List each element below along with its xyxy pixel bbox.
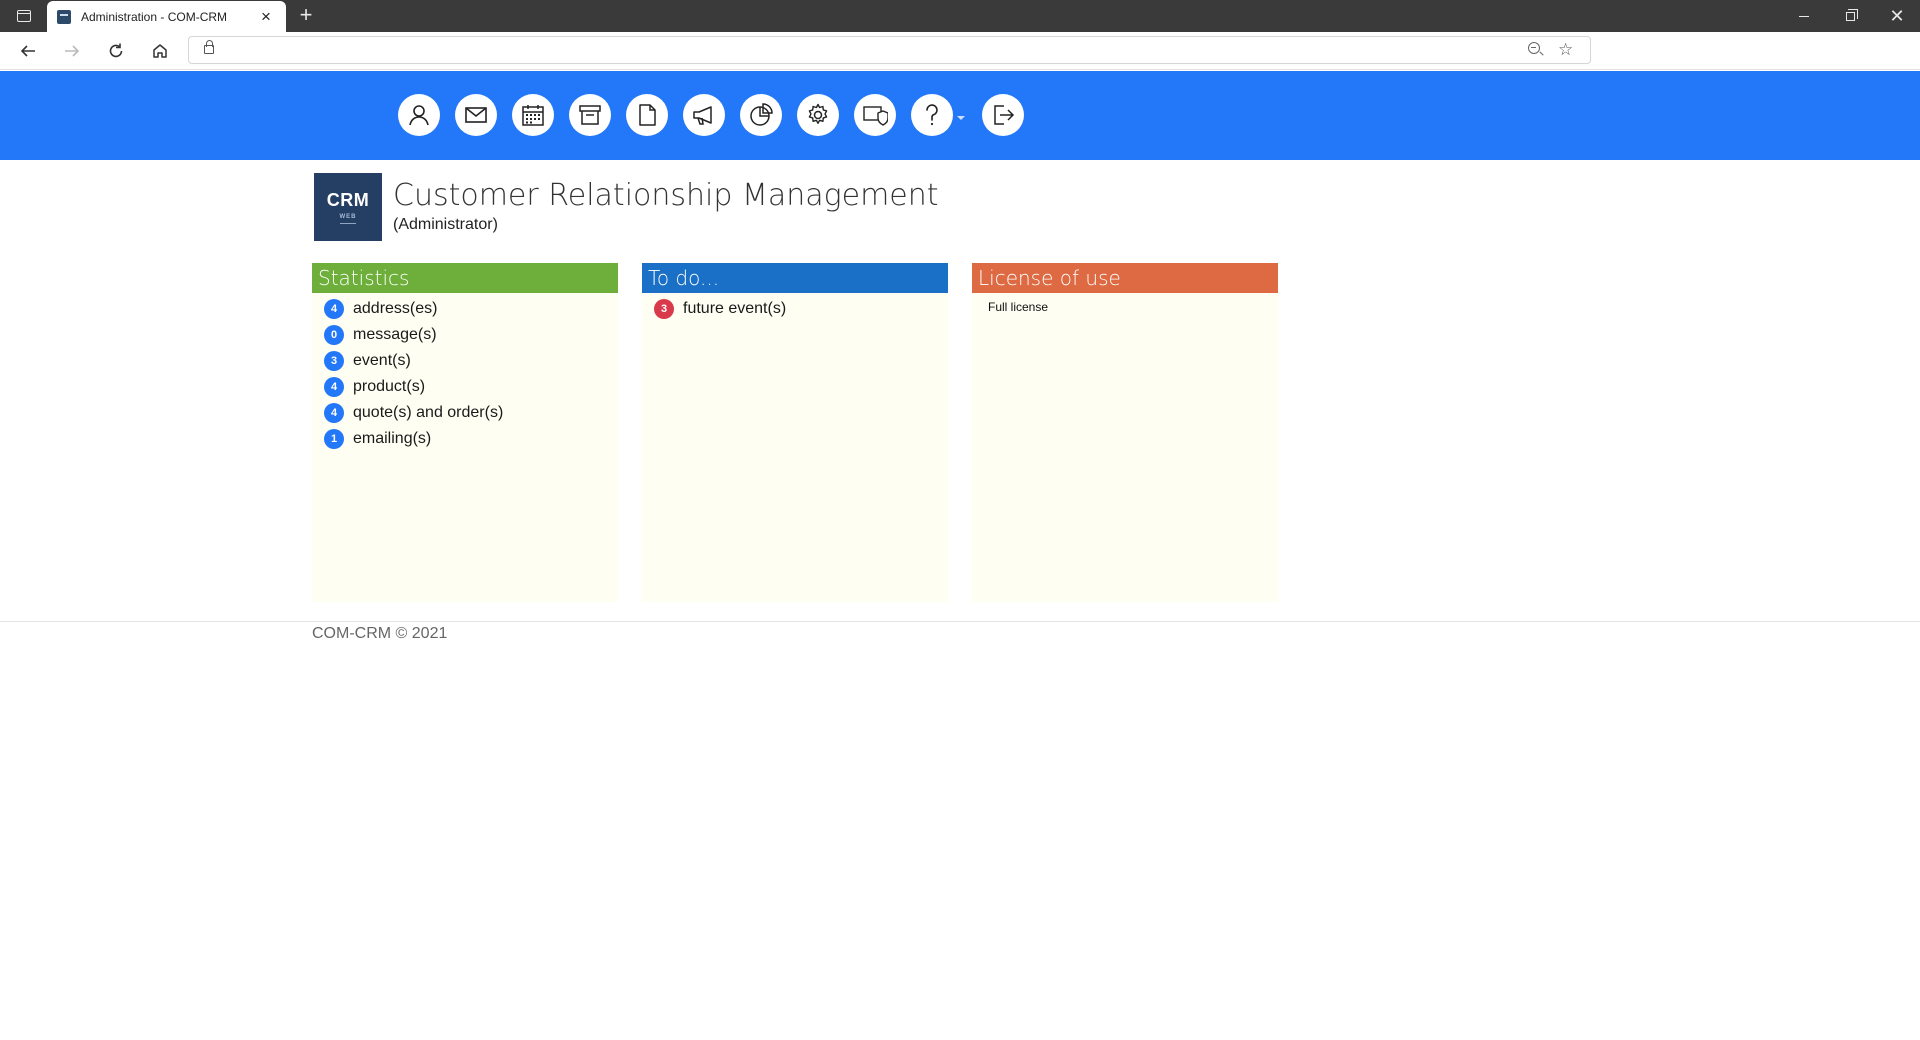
count-badge: 4 [324, 403, 344, 423]
user-icon [409, 105, 429, 126]
tab-actions-icon [17, 10, 31, 22]
calendar-button[interactable] [512, 94, 554, 136]
reload-button[interactable] [102, 37, 130, 65]
logout-button[interactable] [982, 94, 1024, 136]
help-dropdown-caret-icon[interactable] [957, 116, 965, 120]
page-title: Customer Relationship Management [393, 178, 939, 213]
todo-panel: To do... 3 future event(s) [642, 263, 948, 602]
list-item[interactable]: 3 future event(s) [654, 296, 948, 322]
home-button[interactable] [146, 37, 174, 65]
list-item-label[interactable]: address(es) [353, 300, 437, 318]
count-badge: 4 [324, 299, 344, 319]
list-item-label[interactable]: product(s) [353, 378, 425, 396]
contacts-button[interactable] [398, 94, 440, 136]
list-item[interactable]: 4 quote(s) and order(s) [324, 400, 618, 426]
restore-button[interactable] [1827, 0, 1873, 32]
logo-sub-text: WEB [339, 214, 357, 220]
new-tab-button[interactable]: + [294, 4, 318, 28]
arrow-right-icon [65, 45, 80, 57]
statistics-panel-title: Statistics [312, 263, 618, 293]
logo-divider [340, 223, 356, 224]
security-button[interactable] [854, 94, 896, 136]
help-button[interactable] [911, 94, 953, 136]
gear-icon [808, 103, 828, 124]
license-panel: License of use Full license [972, 263, 1278, 602]
count-badge: 4 [324, 377, 344, 397]
lock-icon [204, 40, 214, 54]
user-role: (Administrator) [393, 216, 498, 233]
calendar-icon [522, 105, 544, 126]
count-badge: 1 [324, 429, 344, 449]
arrow-left-icon [20, 45, 35, 57]
footer-divider [0, 621, 1920, 622]
statistics-panel: Statistics 4 address(es) 0 message(s) 3 eve… [312, 263, 618, 602]
tab-title: Administration - COM-CRM [81, 9, 228, 24]
home-icon [153, 44, 167, 58]
document-icon [639, 104, 656, 126]
license-panel-title: License of use [972, 263, 1278, 293]
list-item[interactable]: 1 emailing(s) [324, 426, 618, 452]
back-button[interactable] [14, 37, 42, 65]
crm-logo: CRM WEB [314, 173, 382, 241]
favorites-star-icon[interactable]: ☆ [1558, 40, 1573, 60]
reload-icon [109, 43, 123, 58]
minimize-button[interactable] [1781, 0, 1827, 32]
license-status: Full license [988, 300, 1049, 314]
campaigns-button[interactable] [683, 94, 725, 136]
crm-favicon-icon [57, 9, 71, 24]
todo-panel-title: To do... [642, 263, 948, 293]
documents-button[interactable] [626, 94, 668, 136]
reports-button[interactable] [740, 94, 782, 136]
list-item-label[interactable]: message(s) [353, 326, 437, 344]
tab-actions-button[interactable] [10, 6, 38, 26]
messages-button[interactable] [455, 94, 497, 136]
settings-button[interactable] [797, 94, 839, 136]
count-badge: 0 [324, 325, 344, 345]
count-badge: 3 [654, 299, 674, 319]
list-item-label[interactable]: future event(s) [683, 300, 786, 318]
archive-icon [579, 105, 601, 125]
list-item[interactable]: 4 address(es) [324, 296, 618, 322]
browser-tab[interactable]: Administration - COM-CRM × [47, 1, 286, 32]
zoom-out-icon[interactable] [1528, 42, 1540, 54]
list-item[interactable]: 3 event(s) [324, 348, 618, 374]
todo-list: 3 future event(s) [642, 293, 948, 322]
archive-button[interactable] [569, 94, 611, 136]
shield-icon [863, 106, 888, 126]
statistics-list: 4 address(es) 0 message(s) 3 event(s) 4 prod… [312, 293, 618, 452]
forward-button[interactable] [58, 37, 86, 65]
logout-icon [994, 105, 1015, 125]
logo-main-text: CRM [326, 190, 370, 210]
mail-icon [465, 107, 487, 123]
list-item[interactable]: 0 message(s) [324, 322, 618, 348]
list-item-label[interactable]: quote(s) and order(s) [353, 404, 503, 422]
list-item-label[interactable]: event(s) [353, 352, 411, 370]
pie-chart-icon [750, 103, 773, 126]
browser-titlebar: Administration - COM-CRM × + ✕ [0, 0, 1920, 32]
list-item-label[interactable]: emailing(s) [353, 430, 431, 448]
footer-copyright: COM-CRM © 2021 [312, 625, 448, 642]
tab-close-button[interactable]: × [256, 7, 276, 27]
restore-icon [1845, 8, 1858, 21]
close-window-button[interactable]: ✕ [1874, 0, 1920, 32]
browser-navbar: ☆ [0, 32, 1920, 70]
address-bar[interactable]: ☆ [188, 36, 1591, 64]
megaphone-icon [693, 106, 712, 125]
question-icon [926, 104, 938, 126]
list-item[interactable]: 4 product(s) [324, 374, 618, 400]
count-badge: 3 [324, 351, 344, 371]
